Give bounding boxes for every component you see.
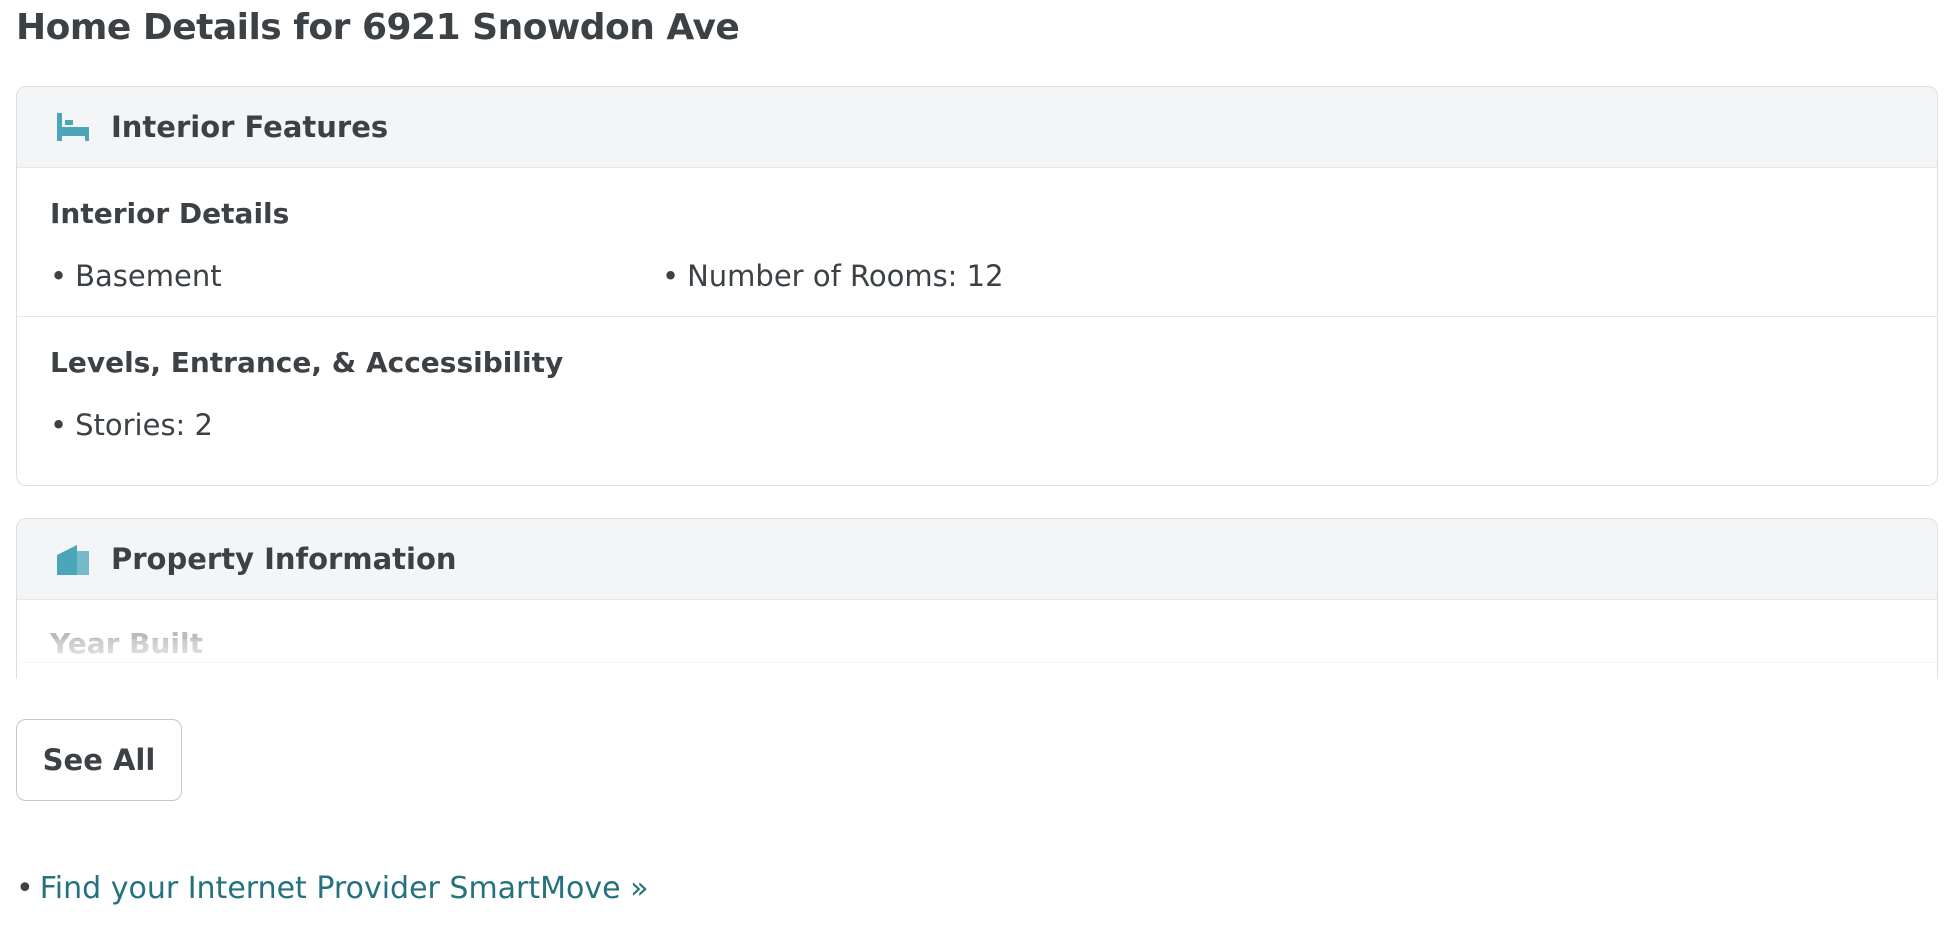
house-icon <box>55 541 91 577</box>
feature-basement: • Basement <box>50 259 222 293</box>
see-all-button[interactable]: See All <box>16 719 182 801</box>
internet-provider-item: • Find your Internet Provider SmartMove » <box>16 869 649 909</box>
bed-icon <box>55 109 91 145</box>
interior-features-card: Interior Features Interior Details • Base… <box>16 86 1938 486</box>
levels-entrance-title: Levels, Entrance, & Accessibility <box>50 346 564 379</box>
levels-entrance-list: • Stories: 2 <box>50 407 1904 465</box>
content-fade-overlay <box>17 639 1937 679</box>
interior-features-header[interactable]: Interior Features <box>17 87 1937 168</box>
levels-entrance-section: Levels, Entrance, & Accessibility • Stori… <box>17 317 1937 465</box>
interior-details-list: • Basement • Number of Rooms: 12 <box>50 258 1904 316</box>
property-information-card: Property Information Year Built <box>16 518 1938 679</box>
interior-details-section: Interior Details • Basement • Number of Ro… <box>17 168 1937 317</box>
interior-features-title: Interior Features <box>111 110 389 144</box>
property-information-title: Property Information <box>111 542 457 576</box>
feature-number-of-rooms: • Number of Rooms: 12 <box>662 259 1004 293</box>
interior-details-title: Interior Details <box>50 197 290 230</box>
internet-provider-link[interactable]: Find your Internet Provider SmartMove » <box>40 871 649 906</box>
page-title: Home Details for 6921 Snowdon Ave <box>16 7 740 48</box>
bullet: • <box>16 871 34 906</box>
feature-stories: • Stories: 2 <box>50 408 214 442</box>
property-information-header[interactable]: Property Information <box>17 519 1937 600</box>
